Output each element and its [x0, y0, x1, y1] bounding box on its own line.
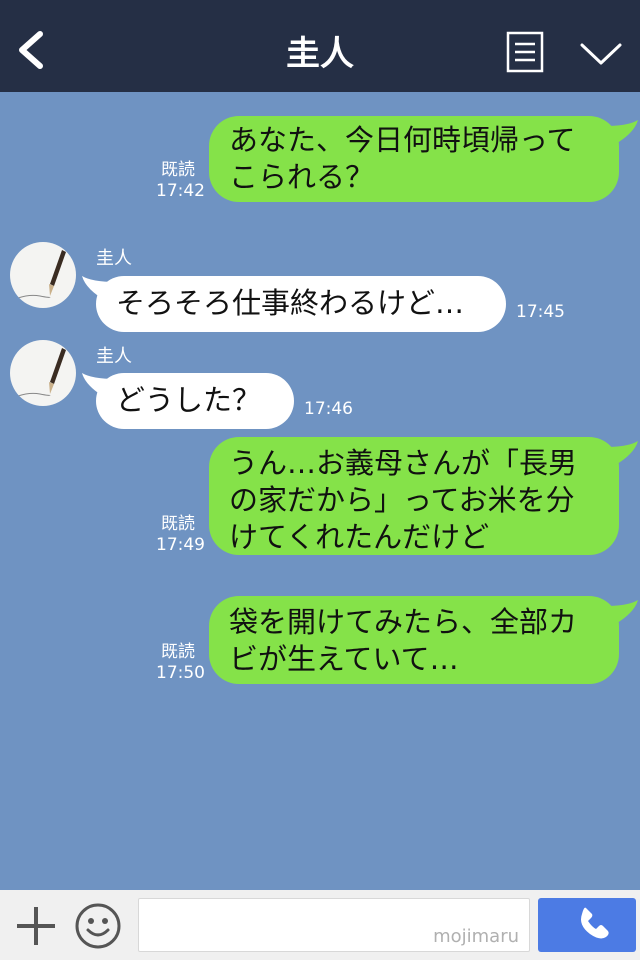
chat-title: 圭人: [286, 34, 354, 74]
message-bubble-received[interactable]: どうした？: [96, 373, 294, 429]
smiley-icon[interactable]: [74, 902, 122, 950]
read-receipt: 既読: [161, 160, 195, 180]
message-time: 17:46: [304, 399, 353, 419]
call-button[interactable]: [538, 898, 636, 952]
message-bubble-sent[interactable]: 袋を開けてみたら、全部カ ビが生えていて…: [209, 596, 619, 684]
bubble-tail: [604, 441, 638, 467]
fountain-pen-icon: [17, 250, 66, 299]
note-list-icon[interactable]: [506, 31, 544, 73]
message-time: 17:45: [516, 302, 565, 322]
avatar[interactable]: [10, 340, 76, 406]
message-meta: 既読 17:42: [156, 160, 205, 202]
chevron-down-icon[interactable]: [579, 40, 623, 68]
read-receipt: 既読: [161, 514, 195, 534]
message-input-bar: mojimaru: [0, 890, 640, 960]
message-meta: 既読 17:49: [156, 514, 205, 556]
message-bubble-sent[interactable]: うん…お義母さんが「長男 の家だから」ってお米を分 けてくれたんだけど: [209, 437, 619, 555]
message-time: 17:50: [156, 663, 205, 683]
plus-icon[interactable]: [14, 904, 58, 948]
message-bubble-sent[interactable]: あなた、今日何時頃帰って こられる？: [209, 116, 619, 202]
message-bubble-received[interactable]: そろそろ仕事終わるけど…: [96, 276, 506, 332]
sender-name: 圭人: [96, 248, 132, 269]
sender-name: 圭人: [96, 346, 132, 367]
bubble-tail: [604, 120, 638, 146]
message-input[interactable]: mojimaru: [138, 898, 530, 952]
bubble-tail: [604, 600, 638, 626]
chat-area[interactable]: 既読 17:42 あなた、今日何時頃帰って こられる？ 圭人 そろそろ仕事終わる…: [0, 92, 640, 890]
phone-icon: [581, 907, 609, 939]
message-meta: 既読 17:50: [156, 642, 205, 684]
chat-header: 圭人: [0, 0, 640, 92]
avatar[interactable]: [10, 242, 76, 308]
message-time: 17:49: [156, 535, 205, 555]
watermark: mojimaru: [433, 926, 519, 947]
read-receipt: 既読: [161, 642, 195, 662]
message-time: 17:42: [156, 181, 205, 201]
fountain-pen-icon: [17, 348, 66, 397]
